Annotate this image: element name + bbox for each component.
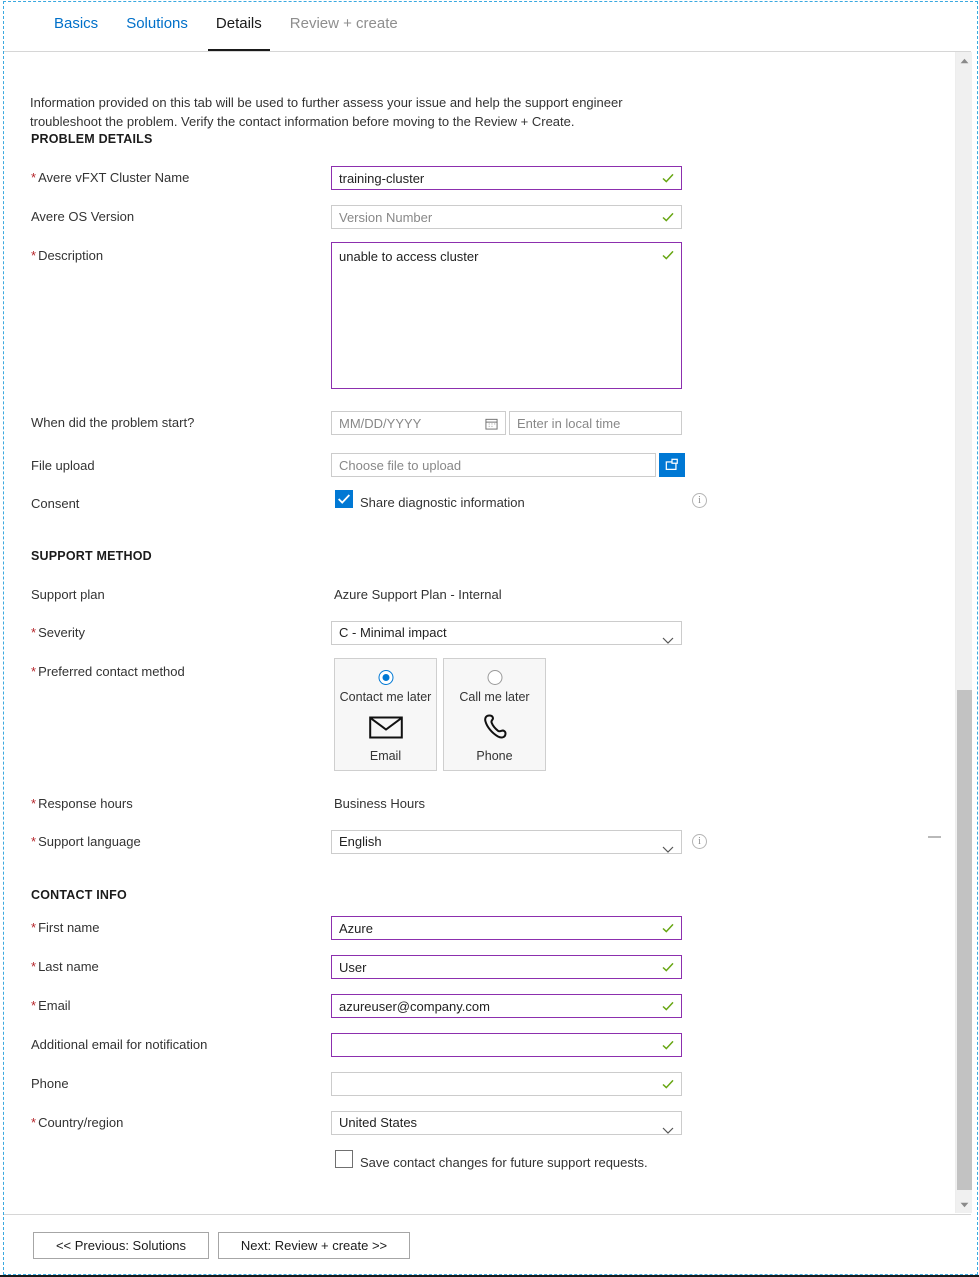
resize-handle-mark	[928, 836, 941, 838]
last-name-input[interactable]	[331, 955, 682, 979]
file-upload-browse-button[interactable]	[659, 453, 685, 477]
response-hours-value: Business Hours	[334, 796, 426, 811]
required-asterisk: *	[31, 625, 37, 640]
required-asterisk: *	[31, 920, 37, 935]
phone-icon	[444, 711, 545, 743]
label-support-plan: Support plan	[31, 587, 105, 602]
required-asterisk: *	[31, 170, 37, 185]
required-asterisk: *	[31, 796, 37, 811]
label-os-version: Avere OS Version	[31, 209, 135, 224]
chevron-down-icon	[662, 630, 674, 644]
radio-call-me-later[interactable]	[487, 670, 502, 685]
label-severity: * Severity	[31, 625, 86, 640]
label-problem-start: When did the problem start?	[31, 415, 195, 430]
problem-start-time-input[interactable]	[509, 411, 682, 435]
contact-method-email-title: Contact me later	[339, 690, 432, 704]
label-additional-email: Additional email for notification	[31, 1037, 208, 1052]
label-file-upload: File upload	[31, 458, 95, 473]
previous-solutions-button[interactable]: << Previous: Solutions	[33, 1232, 209, 1259]
scroll-up-arrow-icon[interactable]	[956, 52, 973, 69]
intro-text: Information provided on this tab will be…	[30, 95, 623, 129]
info-icon[interactable]: i	[692, 834, 707, 849]
required-asterisk: *	[31, 998, 37, 1013]
label-support-language: * Support language	[31, 834, 141, 849]
tab-basics[interactable]: Basics	[40, 2, 112, 51]
phone-input[interactable]	[331, 1072, 682, 1096]
label-consent: Consent	[31, 496, 80, 511]
contact-method-email-label: Email	[369, 749, 402, 763]
country-region-value: United States	[339, 1115, 418, 1130]
tab-solutions[interactable]: Solutions	[112, 2, 202, 51]
contact-method-phone-label: Phone	[476, 749, 513, 763]
file-upload-input[interactable]	[331, 453, 656, 477]
label-email: * Email	[31, 998, 71, 1013]
severity-dropdown[interactable]: C - Minimal impact	[331, 621, 682, 645]
radio-contact-me-later[interactable]	[378, 670, 393, 685]
label-description: * Description	[31, 248, 104, 263]
label-phone: Phone	[31, 1076, 69, 1091]
wizard-footer: << Previous: Solutions Next: Review + cr…	[4, 1214, 971, 1274]
label-preferred-contact-method: * Preferred contact method	[31, 664, 185, 679]
tab-details[interactable]: Details	[202, 2, 276, 51]
cluster-name-input[interactable]	[331, 166, 682, 190]
support-language-value: English	[339, 834, 382, 849]
os-version-input[interactable]	[331, 205, 682, 229]
envelope-icon	[335, 711, 436, 743]
additional-email-input[interactable]	[331, 1033, 682, 1057]
contact-method-card-phone[interactable]: Call me later Phone	[443, 658, 546, 771]
description-textarea[interactable]	[331, 242, 682, 389]
chevron-down-icon	[662, 1120, 674, 1134]
form-content: Information provided on this tab will be…	[4, 52, 954, 1213]
label-country-region: * Country/region	[31, 1115, 124, 1130]
chevron-down-icon	[662, 839, 674, 853]
problem-start-date-input[interactable]	[331, 411, 506, 435]
save-contact-changes-checkbox[interactable]	[335, 1150, 353, 1168]
support-plan-value: Azure Support Plan - Internal	[334, 587, 502, 602]
label-response-hours: * Response hours	[31, 796, 133, 811]
checkmark-icon	[338, 494, 350, 504]
next-review-create-button[interactable]: Next: Review + create >>	[218, 1232, 410, 1259]
share-diagnostics-checkbox[interactable]	[335, 490, 353, 508]
country-region-dropdown[interactable]: United States	[331, 1111, 682, 1135]
section-heading-problem-details: PROBLEM DETAILS	[31, 132, 153, 146]
label-last-name: * Last name	[31, 959, 99, 974]
tab-review-create[interactable]: Review + create	[276, 2, 412, 51]
support-language-dropdown[interactable]: English	[331, 830, 682, 854]
share-diagnostics-label: Share diagnostic information	[360, 495, 525, 510]
label-first-name: * First name	[31, 920, 100, 935]
folder-upload-icon	[665, 458, 678, 470]
contact-method-card-email[interactable]: Contact me later Email	[334, 658, 437, 771]
scroll-down-arrow-icon[interactable]	[956, 1196, 973, 1213]
section-heading-contact-info: CONTACT INFO	[31, 888, 127, 902]
save-contact-changes-label: Save contact changes for future support …	[360, 1155, 648, 1170]
required-asterisk: *	[31, 1115, 37, 1130]
first-name-input[interactable]	[331, 916, 682, 940]
scrollbar-thumb[interactable]	[957, 690, 972, 1190]
contact-method-phone-title: Call me later	[459, 690, 530, 704]
wizard-tab-bar: Basics Solutions Details Review + create	[4, 2, 971, 52]
email-input[interactable]	[331, 994, 682, 1018]
required-asterisk: *	[31, 959, 37, 974]
label-cluster-name: * Avere vFXT Cluster Name	[31, 170, 190, 185]
required-asterisk: *	[31, 248, 37, 263]
section-heading-support-method: SUPPORT METHOD	[31, 549, 152, 563]
required-asterisk: *	[31, 664, 37, 679]
required-asterisk: *	[31, 834, 37, 849]
info-icon[interactable]: i	[692, 493, 707, 508]
severity-value: C - Minimal impact	[339, 625, 447, 640]
vertical-scrollbar[interactable]	[955, 52, 972, 1213]
